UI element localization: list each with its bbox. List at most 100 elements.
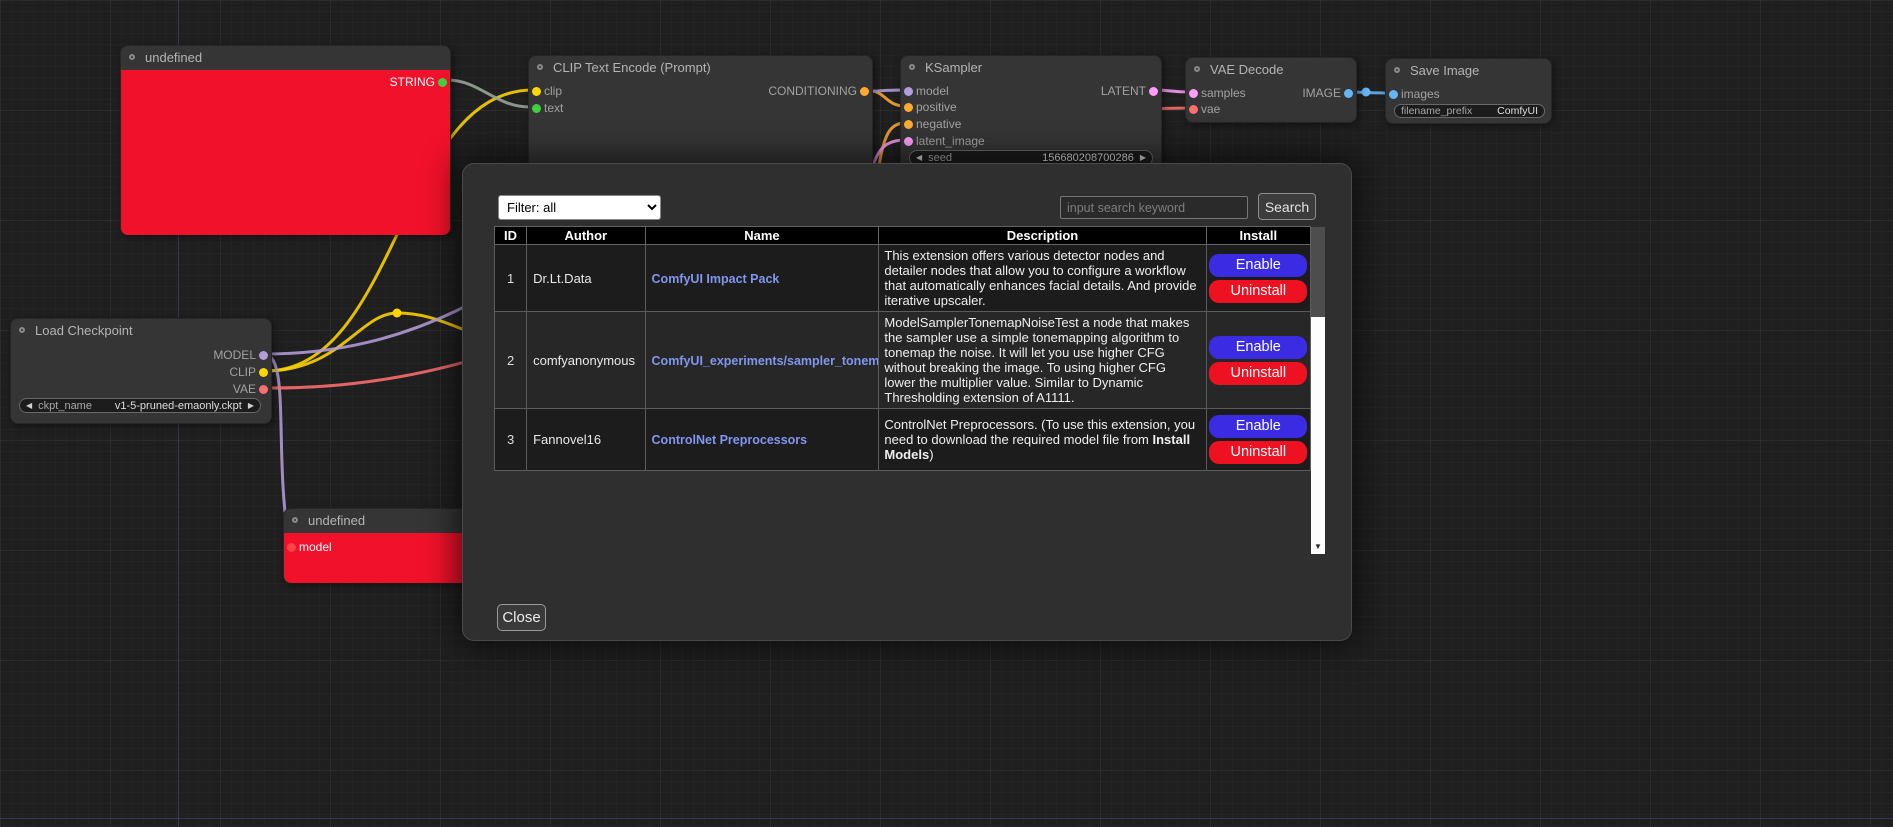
collapse-icon[interactable] — [909, 64, 915, 70]
node-header[interactable]: VAE Decode — [1186, 58, 1356, 82]
extension-table-body: 1 Dr.Lt.Data ComfyUI Impact Pack This ex… — [495, 245, 1311, 471]
node-undefined-top[interactable]: undefined STRING — [120, 45, 451, 235]
input-label: negative — [916, 117, 961, 131]
extension-link[interactable]: ControlNet Preprocessors — [652, 433, 808, 447]
header-description: Description — [879, 227, 1206, 245]
wire-dot-clip — [393, 309, 402, 318]
scrollbar-thumb[interactable] — [1311, 227, 1325, 317]
widget-name: filename_prefix — [1401, 105, 1472, 117]
cell-id: 1 — [495, 245, 527, 312]
scroll-down-icon[interactable]: ▼ — [1311, 540, 1325, 554]
output-label: LATENT — [1101, 84, 1146, 98]
cell-install: Enable Uninstall — [1206, 245, 1310, 312]
extension-link[interactable]: ComfyUI Impact Pack — [652, 272, 780, 286]
node-title: undefined — [308, 513, 365, 528]
collapse-icon[interactable] — [129, 54, 135, 60]
table-row: 3 Fannovel16 ControlNet Preprocessors Co… — [495, 409, 1311, 471]
output-label: MODEL — [213, 348, 256, 362]
output-port-string[interactable] — [438, 78, 447, 87]
node-save-image[interactable]: Save Image images filename_prefix ComfyU… — [1385, 58, 1552, 124]
collapse-icon[interactable] — [1394, 67, 1400, 73]
wire-dot-image — [1362, 88, 1371, 97]
node-header[interactable]: KSampler — [901, 56, 1161, 80]
ckpt-name-widget[interactable]: ◀ ckpt_name v1-5-pruned-emaonly.ckpt ▶ — [19, 398, 261, 413]
node-title: VAE Decode — [1210, 62, 1283, 77]
enable-button[interactable]: Enable — [1209, 415, 1307, 438]
uninstall-button[interactable]: Uninstall — [1209, 362, 1307, 385]
cell-id: 2 — [495, 312, 527, 409]
cell-author: Fannovel16 — [527, 409, 645, 471]
search-button[interactable]: Search — [1258, 193, 1316, 220]
input-port-images[interactable] — [1389, 90, 1398, 99]
extension-table: ID Author Name Description Install 1 Dr.… — [494, 226, 1311, 471]
collapse-icon[interactable] — [19, 327, 25, 333]
cell-description: ControlNet Preprocessors. (To use this e… — [879, 409, 1206, 471]
node-header[interactable]: undefined — [121, 46, 450, 70]
table-header-row: ID Author Name Description Install — [495, 227, 1311, 245]
collapse-icon[interactable] — [537, 64, 543, 70]
table-scrollbar[interactable]: ▼ — [1311, 227, 1325, 554]
output-label: IMAGE — [1302, 86, 1341, 100]
output-port-model[interactable] — [259, 351, 268, 360]
input-port-positive[interactable] — [904, 103, 913, 112]
node-load-checkpoint[interactable]: Load Checkpoint MODEL CLIP VAE ◀ ckpt_na… — [10, 318, 272, 424]
header-name: Name — [645, 227, 879, 245]
node-title: Save Image — [1410, 63, 1479, 78]
input-label: text — [544, 101, 563, 115]
node-title: Load Checkpoint — [35, 323, 133, 338]
widget-name: ckpt_name — [38, 400, 92, 412]
header-author: Author — [527, 227, 645, 245]
cell-install: Enable Uninstall — [1206, 409, 1310, 471]
output-label: CLIP — [229, 365, 256, 379]
node-title: KSampler — [925, 60, 982, 75]
input-port-negative[interactable] — [904, 120, 913, 129]
output-port-image[interactable] — [1344, 89, 1353, 98]
node-title: undefined — [145, 50, 202, 65]
input-label: images — [1401, 87, 1440, 101]
filter-select[interactable]: Filter: all — [498, 195, 661, 220]
node-header[interactable]: CLIP Text Encode (Prompt) — [529, 56, 872, 80]
filename-prefix-widget[interactable]: filename_prefix ComfyUI — [1394, 104, 1545, 118]
widget-value: ComfyUI — [1497, 105, 1538, 117]
extension-manager-dialog: Filter: all Search ID Author Name Descri… — [462, 163, 1352, 641]
header-install: Install — [1206, 227, 1310, 245]
cell-description: ModelSamplerTonemapNoiseTest a node that… — [879, 312, 1206, 409]
close-button[interactable]: Close — [497, 604, 546, 631]
table-row: 1 Dr.Lt.Data ComfyUI Impact Pack This ex… — [495, 245, 1311, 312]
input-port-text[interactable] — [532, 104, 541, 113]
output-port-conditioning[interactable] — [860, 87, 869, 96]
input-label: model — [299, 540, 332, 554]
next-icon[interactable]: ▶ — [248, 398, 254, 413]
output-label: STRING — [390, 75, 435, 89]
input-label: vae — [1201, 102, 1220, 116]
input-port-vae[interactable] — [1189, 105, 1198, 114]
output-label: VAE — [233, 382, 256, 396]
input-port-latent-image[interactable] — [904, 137, 913, 146]
output-port-clip[interactable] — [259, 368, 268, 377]
uninstall-button[interactable]: Uninstall — [1209, 441, 1307, 464]
enable-button[interactable]: Enable — [1209, 254, 1307, 277]
node-title: CLIP Text Encode (Prompt) — [553, 60, 711, 75]
input-label: latent_image — [916, 134, 985, 148]
input-label: positive — [916, 100, 957, 114]
node-vae-decode[interactable]: VAE Decode samples vae IMAGE — [1185, 57, 1357, 123]
node-header[interactable]: Save Image — [1386, 59, 1551, 83]
output-label: CONDITIONING — [768, 84, 857, 98]
collapse-icon[interactable] — [1194, 66, 1200, 72]
cell-author: comfyanonymous — [527, 312, 645, 409]
uninstall-button[interactable]: Uninstall — [1209, 280, 1307, 303]
cell-author: Dr.Lt.Data — [527, 245, 645, 312]
search-input[interactable] — [1060, 196, 1248, 219]
output-port-latent[interactable] — [1149, 87, 1158, 96]
extension-link[interactable]: ComfyUI_experiments/sampler_tonemap — [652, 354, 879, 368]
enable-button[interactable]: Enable — [1209, 336, 1307, 359]
cell-description: This extension offers various detector n… — [879, 245, 1206, 312]
collapse-icon[interactable] — [292, 517, 298, 523]
node-canvas[interactable]: undefined STRING CLIP Text Encode (Promp… — [0, 0, 1893, 827]
input-port-model[interactable] — [287, 543, 296, 552]
cell-id: 3 — [495, 409, 527, 471]
output-port-vae[interactable] — [259, 385, 268, 394]
node-header[interactable]: Load Checkpoint — [11, 319, 271, 343]
table-row: 2 comfyanonymous ComfyUI_experiments/sam… — [495, 312, 1311, 409]
prev-icon[interactable]: ◀ — [26, 398, 32, 413]
